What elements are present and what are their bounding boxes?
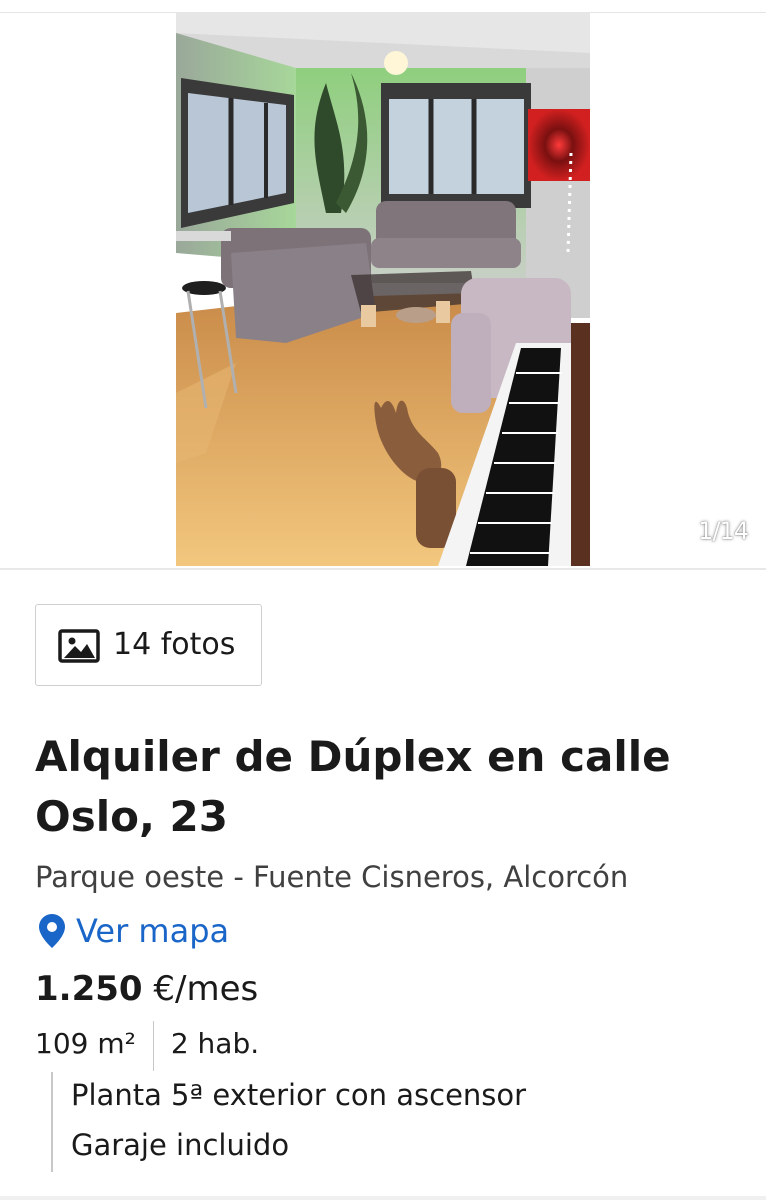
- bottom-divider: [0, 1196, 766, 1200]
- view-map-link[interactable]: Ver mapa: [38, 912, 229, 950]
- price-amount: 1.250: [35, 969, 143, 1009]
- photo-counter: 1/14: [698, 517, 749, 545]
- detail-garage: Garaje incluido: [71, 1128, 290, 1162]
- features-row: 109 m² 2 hab.: [35, 1021, 260, 1071]
- detail-floor: Planta 5ª exterior con ascensor: [71, 1078, 527, 1112]
- details-bar: [51, 1072, 53, 1172]
- map-pin-icon: [39, 914, 65, 948]
- photo-gallery[interactable]: 1/14: [0, 13, 766, 568]
- living-room-photo[interactable]: [176, 13, 590, 566]
- listing-title: Alquiler de Dúplex en calle Oslo, 23: [35, 732, 671, 841]
- listing-location: Parque oeste - Fuente Cisneros, Alcorcón: [35, 860, 629, 894]
- rooms-feature: 2 hab.: [170, 1027, 260, 1060]
- price: 1.250 €/mes: [35, 969, 258, 1009]
- image-icon: [58, 629, 100, 663]
- area-feature: 109 m²: [35, 1027, 136, 1060]
- price-unit: €/mes: [153, 969, 259, 1009]
- photos-button[interactable]: 14 fotos: [35, 604, 262, 686]
- photos-button-label: 14 fotos: [113, 627, 236, 662]
- view-map-label: Ver mapa: [76, 912, 230, 950]
- gallery-divider: [0, 568, 766, 570]
